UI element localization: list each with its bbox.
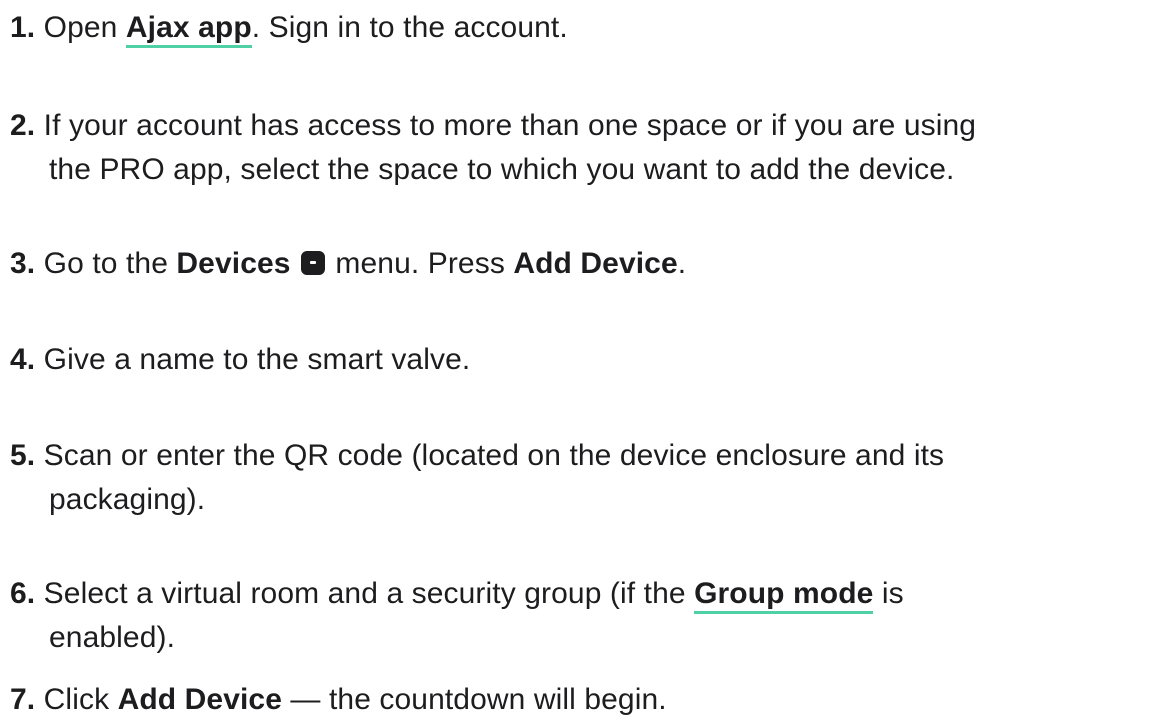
devices-icon bbox=[300, 251, 325, 275]
step-text: . bbox=[677, 247, 687, 280]
step-number: 4. bbox=[10, 343, 36, 376]
step-text: is bbox=[873, 577, 904, 610]
step-text-line-2: packaging). bbox=[49, 483, 206, 516]
ajax-app-link[interactable]: Ajax app bbox=[125, 11, 252, 48]
step-4: 4. Give a name to the smart valve. bbox=[10, 340, 470, 380]
add-device-label: Add Device bbox=[117, 683, 282, 716]
step-number: 3. bbox=[10, 247, 36, 280]
step-number: 6. bbox=[10, 577, 36, 610]
group-mode-link[interactable]: Group mode bbox=[694, 577, 874, 614]
step-text: Open bbox=[43, 11, 126, 44]
devices-label: Devices bbox=[176, 247, 291, 280]
step-5-continuation: packaging). bbox=[10, 480, 205, 520]
step-number: 2. bbox=[10, 109, 36, 142]
step-text: menu. Press bbox=[326, 247, 514, 280]
step-text-line-2: enabled). bbox=[49, 621, 175, 654]
step-2: 2. If your account has access to more th… bbox=[10, 106, 976, 146]
step-text-line-1: If your account has access to more than … bbox=[43, 109, 977, 142]
step-text: Give a name to the smart valve. bbox=[43, 343, 471, 376]
step-2-continuation: the PRO app, select the space to which y… bbox=[10, 150, 954, 190]
step-number: 7. bbox=[10, 683, 36, 716]
step-text-line-2: the PRO app, select the space to which y… bbox=[49, 153, 955, 186]
step-6: 6. Select a virtual room and a security … bbox=[10, 574, 904, 614]
step-3: 3. Go to the Devices menu. Press Add Dev… bbox=[10, 244, 686, 284]
step-text: . Sign in to the account. bbox=[251, 11, 568, 44]
step-text: Click bbox=[43, 683, 118, 716]
step-number: 1. bbox=[10, 11, 36, 44]
step-1: 1. Open Ajax app. Sign in to the account… bbox=[10, 8, 568, 48]
step-5: 5. Scan or enter the QR code (located on… bbox=[10, 436, 944, 476]
step-text-line-1: Scan or enter the QR code (located on th… bbox=[43, 439, 945, 472]
step-6-continuation: enabled). bbox=[10, 618, 175, 658]
add-device-label: Add Device bbox=[513, 247, 678, 280]
step-text: — the countdown will begin. bbox=[282, 683, 667, 716]
step-number: 5. bbox=[10, 439, 36, 472]
step-text: Go to the bbox=[43, 247, 177, 280]
step-7: 7. Click Add Device — the countdown will… bbox=[10, 680, 667, 720]
step-text: Select a virtual room and a security gro… bbox=[43, 577, 695, 610]
